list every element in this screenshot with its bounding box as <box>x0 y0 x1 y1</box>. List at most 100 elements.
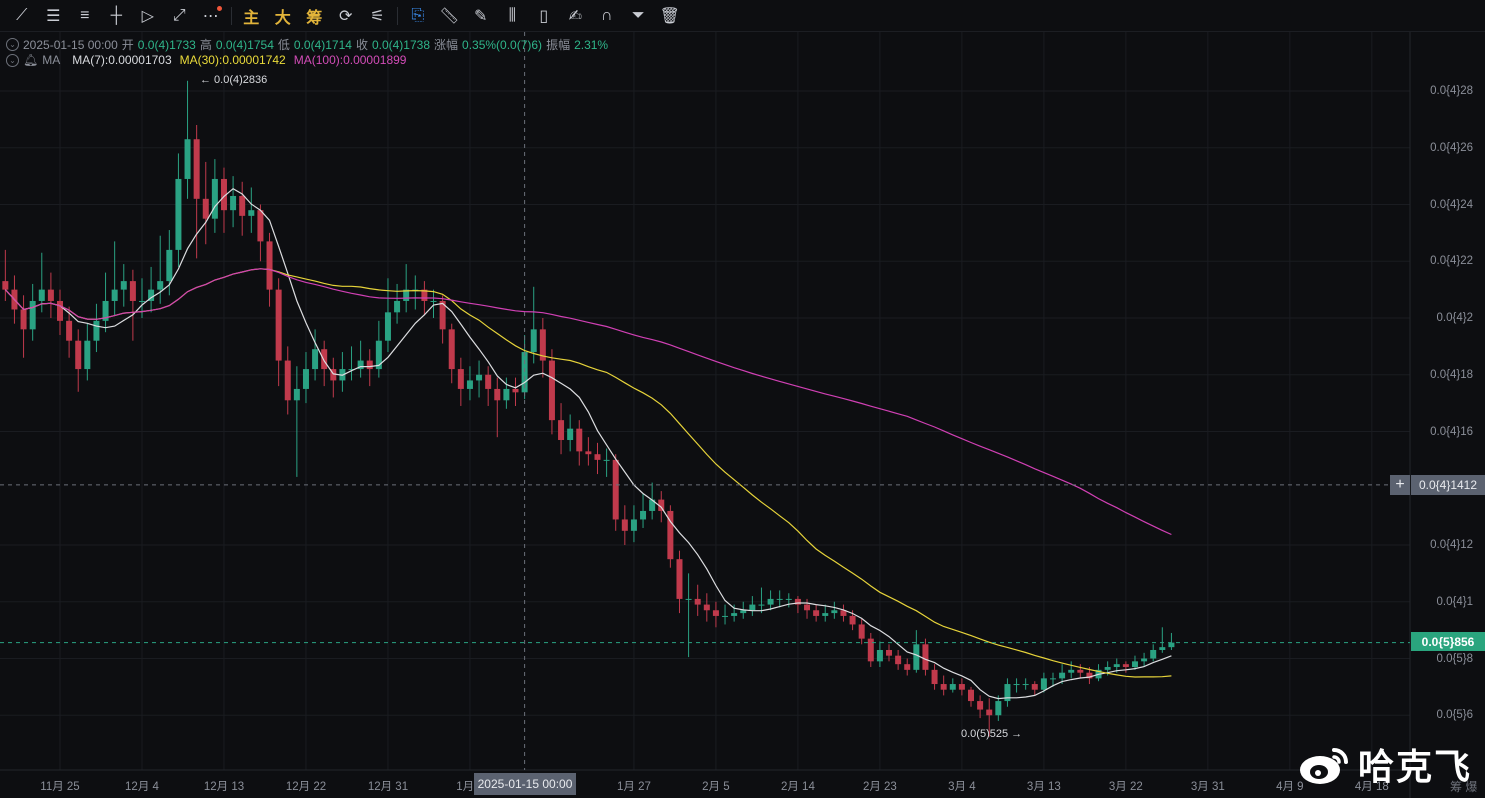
candle-body <box>612 459 619 520</box>
ohlc-readout: ⌄ 2025-01-15 00:00 开 0.0(4)1733 高 0.0(4)17… <box>6 36 608 53</box>
price-tick-label: 0.0{4}18 <box>1430 368 1473 381</box>
trash-icon[interactable]: 🗑︎ <box>654 2 686 30</box>
note-icon[interactable]: ✍ <box>560 2 592 30</box>
candle-body <box>977 701 984 710</box>
ray-icon[interactable]: ⤢ <box>164 2 196 30</box>
open-label: 开 <box>121 38 134 52</box>
candle-body <box>1141 658 1148 662</box>
time-tick-label: 2月 23 <box>862 781 897 793</box>
magnet-icon[interactable]: ∩ <box>591 2 623 30</box>
candle-body <box>193 139 200 199</box>
large-button[interactable]: 大 <box>267 2 299 30</box>
filter-icon[interactable]: ⏷ <box>623 2 655 30</box>
bookmark-icon[interactable]: ⎘ <box>402 2 434 30</box>
horizontal-lines-icon[interactable]: ☰ <box>38 2 70 30</box>
candle-body <box>849 615 856 625</box>
chips-button[interactable]: 筹 <box>299 2 331 30</box>
more-icon[interactable]: ⋯ <box>195 2 227 30</box>
fib-fan-icon[interactable]: ▷ <box>132 2 164 30</box>
candle-body <box>986 709 993 716</box>
price-tick-label: 0.0{4}22 <box>1430 255 1473 268</box>
candle-body <box>913 644 920 670</box>
collapse-icon[interactable]: ⌄ <box>6 53 19 67</box>
candle-body <box>886 649 893 656</box>
candle-body <box>166 249 173 282</box>
candle-body <box>157 281 164 290</box>
candle-body <box>275 289 282 361</box>
candle-body <box>1131 661 1138 668</box>
candle-body <box>940 684 947 690</box>
candle-body <box>20 309 27 330</box>
time-tick-label: 3月 4 <box>948 781 976 793</box>
candle-body <box>749 604 756 611</box>
candle-body <box>129 281 136 301</box>
open-value: 0.0(4)1733 <box>137 37 196 52</box>
candle-body <box>968 689 974 702</box>
crosshair-lines <box>0 32 1410 770</box>
candle-type-icon[interactable]: ⫼ <box>497 2 529 30</box>
channel-lines-icon[interactable]: ≡ <box>69 2 101 30</box>
time-tick-label: 2月 14 <box>780 781 815 793</box>
candle-body <box>858 624 865 639</box>
crosshair-line-icon[interactable]: ┼ <box>101 2 133 30</box>
price-tick-label: 0.0{4}12 <box>1430 539 1473 551</box>
candle-body <box>831 610 838 614</box>
candle-body <box>494 388 501 401</box>
candle-body <box>758 604 765 606</box>
ruler-icon[interactable]: 📏︎ <box>434 2 466 30</box>
ma100-line <box>4 268 1172 536</box>
candle-body <box>585 451 592 455</box>
watermark: 哈克飞 <box>1298 738 1472 790</box>
candle-body <box>120 281 127 290</box>
trend-line-icon[interactable]: ⟋ <box>6 2 38 30</box>
candle-body <box>676 559 683 599</box>
corner-buttons[interactable]: 筹 爆 <box>1450 778 1477 795</box>
candle-body <box>594 454 601 460</box>
bell-icon[interactable]: 🔔︎ <box>23 53 38 67</box>
low-label: 低 <box>277 38 290 52</box>
ma100-value: MA(100):0.00001899 <box>293 53 407 67</box>
candle-body <box>293 388 300 401</box>
candle-body <box>2 281 9 290</box>
indicator-settings-icon[interactable]: ⚟ <box>362 2 394 30</box>
last-price-label: 0.0{5}856 <box>1411 632 1485 651</box>
candle-body <box>530 329 537 353</box>
candle-body <box>47 289 54 301</box>
close-label: 收 <box>355 38 368 52</box>
candle-body <box>321 349 328 370</box>
main-indicator-button[interactable]: 主 <box>236 2 268 30</box>
candle-body <box>722 615 729 617</box>
replay-icon[interactable]: ⟳ <box>330 2 362 30</box>
candle-body <box>1122 664 1129 668</box>
change-value: 0.35%(0.0(7)6) <box>462 37 543 52</box>
candle-body <box>558 420 565 441</box>
candle-body <box>175 178 182 250</box>
candlestick-chart[interactable] <box>0 0 1485 798</box>
price-tick-label: 0.0{4}16 <box>1430 425 1473 438</box>
candle-body <box>548 360 555 421</box>
time-tick-label: 3月 22 <box>1108 781 1143 793</box>
collapse-icon[interactable]: ⌄ <box>6 38 19 51</box>
candle-body <box>876 649 883 662</box>
candle-body <box>904 664 911 670</box>
lock-icon[interactable]: ▯ <box>528 2 560 30</box>
candle-body <box>603 459 610 461</box>
add-alert-plus-icon[interactable]: + <box>1390 475 1410 495</box>
price-tick-label: 0.0{5}6 <box>1436 709 1473 722</box>
candle-body <box>995 701 1002 716</box>
candle-body <box>949 684 956 690</box>
candle-body <box>703 604 710 611</box>
candle-body <box>1040 678 1047 690</box>
candle-body <box>867 638 874 662</box>
notification-dot <box>216 5 222 11</box>
price-tick-label: 0.0{4}26 <box>1430 141 1473 154</box>
candle-body <box>38 289 45 301</box>
candle-body <box>767 598 774 605</box>
time-tick-label: 11月 25 <box>40 781 80 793</box>
candle-body <box>366 360 373 370</box>
candle-body <box>202 198 209 219</box>
candle-body <box>1150 649 1157 659</box>
amplitude-value: 2.31% <box>574 37 609 52</box>
candle-body <box>184 139 191 179</box>
brush-icon[interactable]: ✎ <box>465 2 497 30</box>
